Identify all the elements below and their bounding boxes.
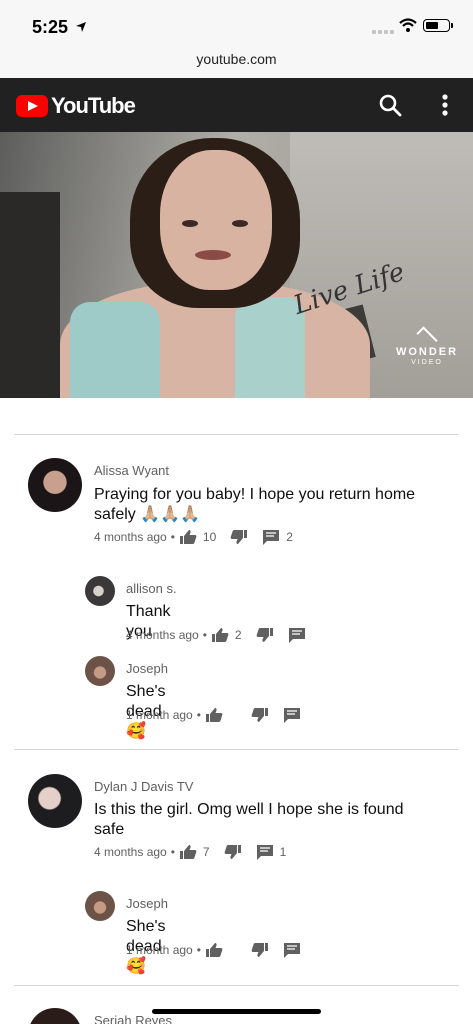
more-vert-icon[interactable] xyxy=(434,92,456,118)
video-top-left xyxy=(70,302,160,398)
avatar[interactable] xyxy=(85,656,115,686)
avatar[interactable] xyxy=(28,458,82,512)
youtube-header: YouTube xyxy=(0,78,473,132)
thumb-up-icon[interactable] xyxy=(205,942,223,958)
separator-dot: • xyxy=(170,530,175,544)
comment-text-line: Is this the girl. Omg well I hope she is… xyxy=(94,801,404,818)
comment-time: 1 month ago xyxy=(126,708,193,722)
comment-meta: 1 month ago • xyxy=(126,942,301,958)
comment-time: 4 months ago xyxy=(126,628,199,642)
comment-icon[interactable] xyxy=(256,844,274,860)
comment-meta: 4 months ago • 2 xyxy=(126,627,306,643)
comment-time: 4 months ago xyxy=(94,530,167,544)
divider xyxy=(14,434,459,435)
cellular-signal-icon xyxy=(372,30,394,34)
search-icon[interactable] xyxy=(377,92,403,118)
wifi-icon xyxy=(399,18,417,32)
location-arrow-icon xyxy=(76,22,86,32)
comment-meta: 4 months ago • 10 2 xyxy=(94,529,293,545)
comment-time: 4 months ago xyxy=(94,845,167,859)
separator-dot: • xyxy=(196,708,201,722)
comment-author[interactable]: Joseph xyxy=(126,896,168,911)
avatar[interactable] xyxy=(85,891,115,921)
comment-meta: 4 months ago • 7 1 xyxy=(94,844,286,860)
comment-text-line: safely 🙏🏼🙏🏼🙏🏼 xyxy=(94,506,201,523)
thumb-up-icon[interactable] xyxy=(205,707,223,723)
status-bar: 5:25 xyxy=(0,0,473,44)
status-time: 5:25 xyxy=(32,17,69,37)
comment-meta: 1 month ago • xyxy=(126,707,301,723)
video-eye-right xyxy=(232,220,248,227)
home-indicator[interactable] xyxy=(152,1009,321,1014)
video-top-right xyxy=(235,297,305,398)
separator-dot: • xyxy=(196,943,201,957)
thumb-up-icon[interactable] xyxy=(179,844,197,860)
divider xyxy=(14,749,459,750)
comment-time: 1 month ago xyxy=(126,943,193,957)
thumb-down-icon[interactable] xyxy=(251,707,269,723)
youtube-logo[interactable]: YouTube xyxy=(16,93,136,119)
video-player[interactable]: Live Life WONDER VIDEO xyxy=(0,132,473,398)
thumb-up-icon[interactable] xyxy=(179,529,197,545)
avatar[interactable] xyxy=(85,576,115,606)
youtube-play-icon xyxy=(16,95,48,117)
reply-count[interactable]: 2 xyxy=(286,530,293,544)
comment-author[interactable]: Dylan J Davis TV xyxy=(94,779,193,794)
separator-dot: • xyxy=(202,628,207,642)
thumb-down-icon[interactable] xyxy=(251,942,269,958)
separator-dot: • xyxy=(170,845,175,859)
video-eye-left xyxy=(182,220,198,227)
comment-text-line: safe xyxy=(94,821,125,838)
comment-author[interactable]: allison s. xyxy=(126,581,177,596)
comment-text-line: Praying for you baby! I hope you return … xyxy=(94,486,416,503)
battery-tip xyxy=(451,23,453,28)
video-person-face xyxy=(160,150,272,290)
comment-icon[interactable] xyxy=(262,529,280,545)
video-watermark: WONDER VIDEO xyxy=(390,326,464,366)
thumb-up-icon[interactable] xyxy=(211,627,229,643)
reply-count[interactable]: 1 xyxy=(280,845,287,859)
thumb-down-icon[interactable] xyxy=(256,627,274,643)
thumb-down-icon[interactable] xyxy=(224,844,242,860)
youtube-wordmark: YouTube xyxy=(51,93,136,118)
like-count: 10 xyxy=(202,530,217,544)
comment-author[interactable]: Joseph xyxy=(126,661,168,676)
video-person-mouth xyxy=(195,250,231,260)
comment-author[interactable]: Alissa Wyant xyxy=(94,463,169,478)
watermark-sub: VIDEO xyxy=(411,359,443,366)
thumb-down-icon[interactable] xyxy=(230,529,248,545)
url-text: youtube.com xyxy=(196,51,277,67)
comment-author[interactable]: Seriah Reyes xyxy=(94,1013,172,1024)
divider xyxy=(14,985,459,986)
comment-icon[interactable] xyxy=(288,627,306,643)
like-count: 2 xyxy=(234,628,242,642)
comment-icon[interactable] xyxy=(283,707,301,723)
watermark-name: WONDER xyxy=(395,346,459,358)
like-count: 7 xyxy=(202,845,210,859)
avatar[interactable] xyxy=(28,774,82,828)
battery-icon xyxy=(423,19,450,32)
address-bar[interactable]: youtube.com xyxy=(0,44,473,78)
comment-icon[interactable] xyxy=(283,942,301,958)
video-doorway xyxy=(0,192,60,398)
avatar[interactable] xyxy=(28,1008,82,1024)
